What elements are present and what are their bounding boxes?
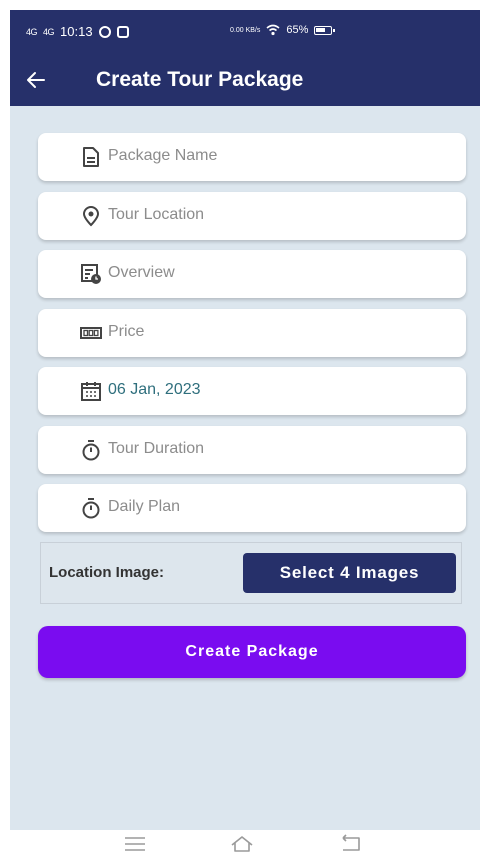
location-pin-icon — [82, 206, 100, 227]
signal-1-label: 4G — [26, 26, 38, 37]
daily-plan-field[interactable]: Daily Plan — [38, 484, 466, 532]
tour-duration-field[interactable]: Tour Duration — [38, 426, 466, 474]
daily-plan-input[interactable]: Daily Plan — [108, 498, 180, 516]
tour-location-input[interactable]: Tour Location — [108, 206, 204, 224]
price-counter-icon — [80, 327, 102, 339]
overview-field[interactable]: Overview — [38, 250, 466, 298]
signal-2-label: 4G — [43, 26, 55, 37]
battery-icon — [314, 25, 336, 35]
package-name-field[interactable]: Package Name — [38, 133, 466, 181]
package-name-input[interactable]: Package Name — [108, 147, 217, 165]
app-screen: 4G 4G 10:13 0.00 KB/s 65% Create Tour Pa… — [10, 10, 480, 830]
page-title: Create Tour Package — [96, 68, 304, 91]
date-value[interactable]: 06 Jan, 2023 — [108, 381, 201, 399]
tour-duration-input[interactable]: Tour Duration — [108, 440, 204, 458]
status-time: 10:13 — [60, 24, 93, 39]
calendar-icon — [81, 382, 101, 401]
facebook-notification-icon — [116, 25, 129, 38]
timer-icon — [82, 498, 100, 519]
overview-clock-icon — [81, 264, 101, 284]
price-field[interactable]: Price — [38, 309, 466, 357]
overview-input[interactable]: Overview — [108, 264, 175, 282]
status-bar: 4G 4G 10:13 0.00 KB/s 65% — [10, 10, 480, 54]
vpn-icon — [98, 25, 111, 38]
location-image-label: Location Image: — [49, 564, 165, 581]
battery-percent: 65% — [286, 24, 309, 36]
create-package-button[interactable]: Create Package — [38, 626, 466, 678]
home-icon[interactable] — [229, 834, 255, 854]
back-nav-icon[interactable] — [338, 834, 364, 854]
date-field[interactable]: 06 Jan, 2023 — [38, 367, 466, 415]
app-bar: 4G 4G 10:13 0.00 KB/s 65% Create Tour Pa… — [10, 10, 480, 106]
system-nav-bar — [0, 830, 480, 859]
menu-icon[interactable] — [122, 834, 148, 854]
price-input[interactable]: Price — [108, 323, 144, 341]
location-image-row: Location Image: Select 4 Images — [40, 542, 462, 604]
select-images-button[interactable]: Select 4 Images — [243, 553, 456, 593]
arrow-left-icon[interactable] — [24, 68, 48, 92]
net-speed: 0.00 KB/s — [230, 26, 261, 34]
tour-location-field[interactable]: Tour Location — [38, 192, 466, 240]
document-icon — [83, 147, 99, 167]
timer-icon — [82, 440, 100, 461]
wifi-icon — [266, 24, 280, 36]
